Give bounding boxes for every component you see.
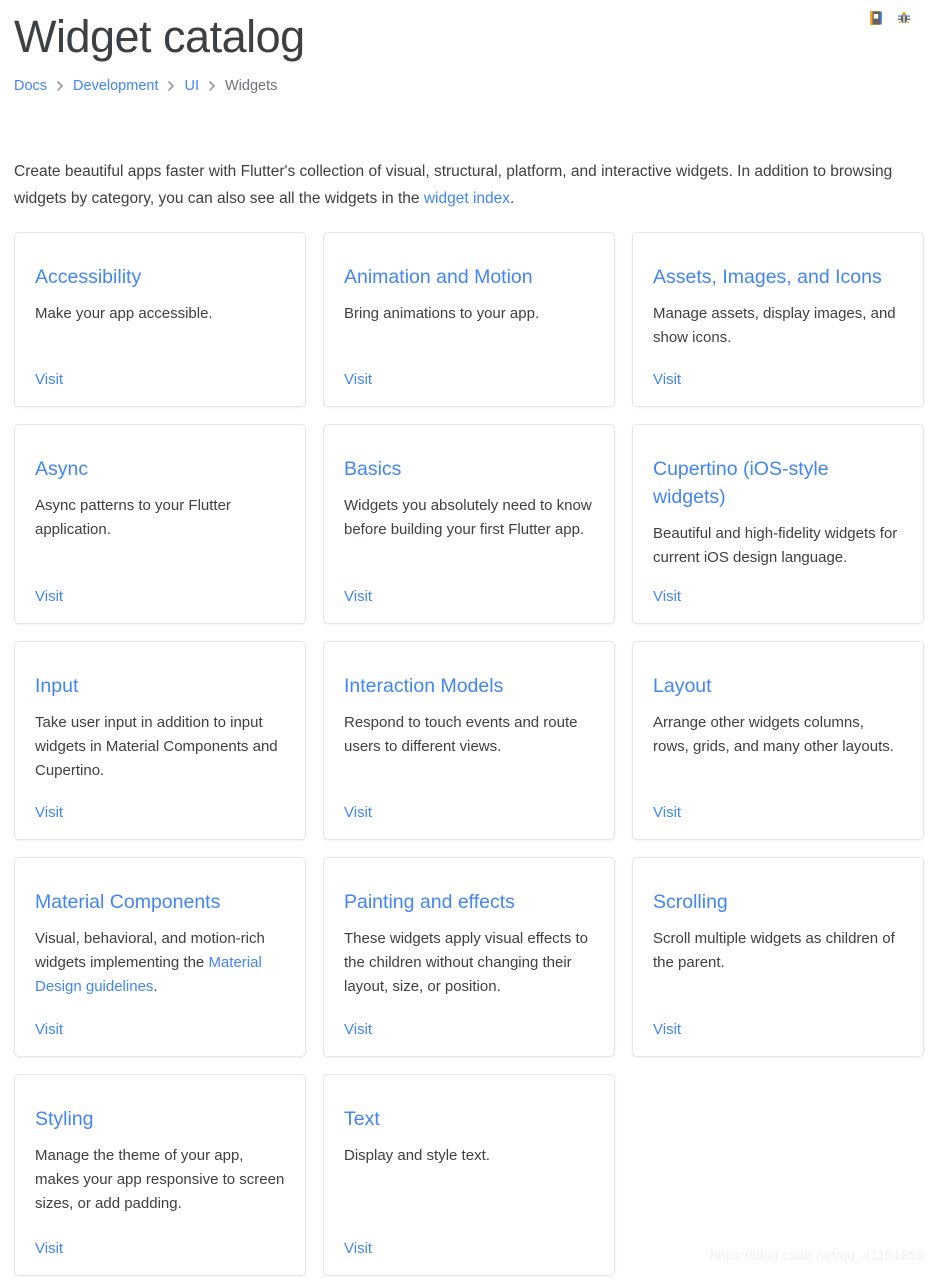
card-description: These widgets apply visual effects to th…	[344, 930, 589, 995]
category-card-interaction-models[interactable]: Interaction Models Respond to touch even…	[323, 641, 615, 840]
page-header: Widget catalog	[14, 0, 926, 64]
card-visit-link[interactable]: Visit	[653, 370, 681, 390]
page-title: Widget catalog	[14, 11, 305, 62]
card-title[interactable]: Painting and effects	[344, 888, 594, 916]
card-visit-link[interactable]: Visit	[344, 1239, 372, 1259]
intro-paragraph: Create beautiful apps faster with Flutte…	[14, 158, 914, 212]
chevron-right-icon	[199, 81, 225, 91]
card-visit-link[interactable]: Visit	[35, 370, 63, 390]
card-visit-link[interactable]: Visit	[35, 1020, 63, 1040]
card-title[interactable]: Styling	[35, 1105, 285, 1133]
category-card-layout[interactable]: Layout Arrange other widgets columns, ro…	[632, 641, 924, 840]
card-title[interactable]: Cupertino (iOS-style widgets)	[653, 455, 903, 511]
category-card-cupertino[interactable]: Cupertino (iOS-style widgets) Beautiful …	[632, 424, 924, 624]
card-title[interactable]: Animation and Motion	[344, 263, 594, 291]
card-visit-link[interactable]: Visit	[653, 1020, 681, 1040]
breadcrumb: Docs Development UI Widgets	[14, 76, 926, 96]
category-card-basics[interactable]: Basics Widgets you absolutely need to kn…	[323, 424, 615, 624]
card-title[interactable]: Assets, Images, and Icons	[653, 263, 903, 291]
category-card-material-components[interactable]: Material Components Visual, behavioral, …	[14, 857, 306, 1057]
breadcrumb-item-docs[interactable]: Docs	[14, 76, 47, 96]
card-description: Bring animations to your app.	[344, 305, 540, 322]
category-card-styling[interactable]: Styling Manage the theme of your app, ma…	[14, 1074, 306, 1276]
card-description: Visual, behavioral, and motion-rich widg…	[35, 927, 285, 1004]
card-description: Arrange other widgets columns, rows, gri…	[653, 714, 894, 755]
category-card-animation-and-motion[interactable]: Animation and Motion Bring animations to…	[323, 232, 615, 407]
card-visit-link[interactable]: Visit	[35, 587, 63, 607]
chevron-right-icon	[158, 81, 184, 91]
card-title[interactable]: Interaction Models	[344, 672, 594, 700]
card-title[interactable]: Scrolling	[653, 888, 903, 916]
breadcrumb-item-development[interactable]: Development	[73, 76, 158, 96]
category-card-assets-images-and-icons[interactable]: Assets, Images, and Icons Manage assets,…	[632, 232, 924, 407]
widget-category-grid: Accessibility Make your app accessible. …	[14, 232, 926, 1276]
intro-text-after: .	[510, 190, 515, 207]
card-title[interactable]: Text	[344, 1105, 594, 1133]
category-card-painting-and-effects[interactable]: Painting and effects These widgets apply…	[323, 857, 615, 1057]
category-card-scrolling[interactable]: Scrolling Scroll multiple widgets as chi…	[632, 857, 924, 1057]
watermark-text: https://blog.csdn.net/qq_41151659	[710, 1247, 924, 1263]
card-description: Manage the theme of your app, makes your…	[35, 1147, 285, 1212]
card-visit-link[interactable]: Visit	[653, 587, 681, 607]
card-title[interactable]: Input	[35, 672, 285, 700]
bug-icon[interactable]	[896, 10, 912, 26]
document-icon[interactable]	[868, 10, 884, 26]
card-visit-link[interactable]: Visit	[344, 1020, 372, 1040]
card-title[interactable]: Accessibility	[35, 263, 285, 291]
card-description: Display and style text.	[344, 1147, 490, 1164]
card-description: Make your app accessible.	[35, 305, 213, 322]
card-description: Manage assets, display images, and show …	[653, 305, 896, 346]
category-card-async[interactable]: Async Async patterns to your Flutter app…	[14, 424, 306, 624]
card-title[interactable]: Async	[35, 455, 285, 483]
card-description: Async patterns to your Flutter applicati…	[35, 497, 231, 538]
chevron-right-icon	[47, 81, 73, 91]
card-description: Widgets you absolutely need to know befo…	[344, 497, 592, 538]
card-visit-link[interactable]: Visit	[653, 803, 681, 823]
breadcrumb-item-widgets: Widgets	[224, 78, 278, 94]
card-description: Scroll multiple widgets as children of t…	[653, 930, 895, 971]
header-actions	[868, 10, 912, 26]
category-card-accessibility[interactable]: Accessibility Make your app accessible. …	[14, 232, 306, 407]
card-title[interactable]: Layout	[653, 672, 903, 700]
card-description: Take user input in addition to input wid…	[35, 714, 278, 779]
card-title[interactable]: Material Components	[35, 888, 285, 916]
card-title[interactable]: Basics	[344, 455, 594, 483]
card-visit-link[interactable]: Visit	[35, 803, 63, 823]
category-card-input[interactable]: Input Take user input in addition to inp…	[14, 641, 306, 840]
card-visit-link[interactable]: Visit	[344, 370, 372, 390]
card-description: Beautiful and high-fidelity widgets for …	[653, 525, 898, 566]
card-description-after: .	[153, 978, 158, 995]
breadcrumb-item-ui[interactable]: UI	[184, 76, 199, 96]
card-visit-link[interactable]: Visit	[35, 1239, 63, 1259]
widget-index-link[interactable]: widget index	[424, 190, 510, 207]
card-visit-link[interactable]: Visit	[344, 803, 372, 823]
category-card-text[interactable]: Text Display and style text. Visit	[323, 1074, 615, 1276]
card-visit-link[interactable]: Visit	[344, 587, 372, 607]
page-root: Widget catalog Docs Development UI Widge…	[0, 0, 940, 1276]
card-description: Respond to touch events and route users …	[344, 714, 578, 755]
